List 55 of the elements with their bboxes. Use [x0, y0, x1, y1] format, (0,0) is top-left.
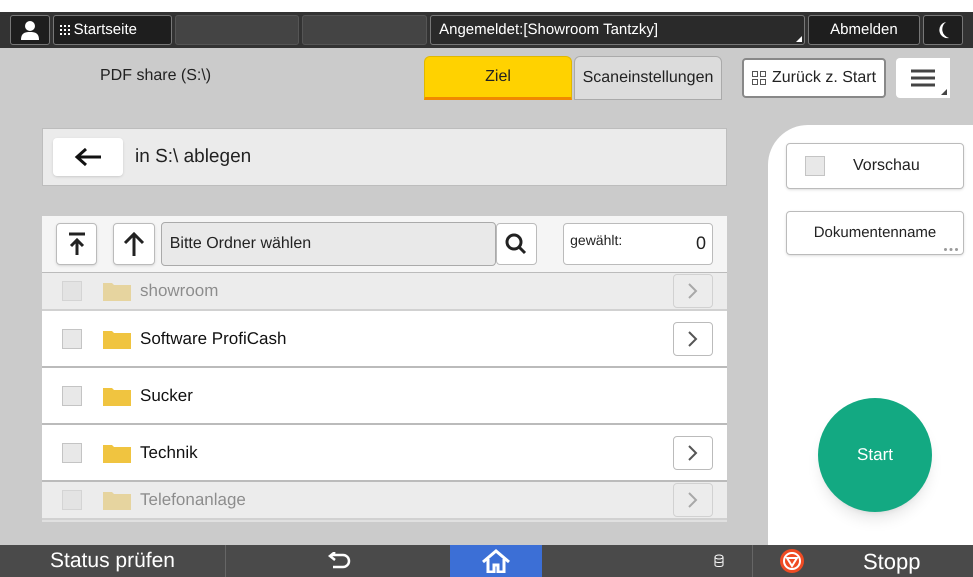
folder-search-field[interactable]: Bitte Ordner wählen — [160, 222, 496, 266]
menu-icon — [911, 69, 936, 87]
status-check-button[interactable]: Status prüfen — [0, 545, 226, 577]
folder-checkbox[interactable] — [62, 442, 82, 462]
folder-icon — [102, 280, 132, 302]
user-icon — [20, 20, 39, 40]
folder-name: showroom — [140, 280, 218, 302]
chevron-right-icon — [688, 283, 698, 299]
up-arrow-icon — [123, 231, 146, 257]
left-arrow-icon — [74, 147, 102, 167]
grid-icon — [60, 25, 70, 35]
grid-icon — [752, 71, 766, 85]
login-status: Angemeldet:[Showroom Tantzky] — [430, 15, 804, 45]
folder-row[interactable]: Technik — [42, 425, 727, 482]
folder-name: Software ProfiCash — [140, 328, 286, 350]
tab[interactable]: Scaneinstellungen — [574, 56, 722, 100]
night-mode-button[interactable] — [923, 15, 963, 45]
home-button[interactable]: Startseite — [52, 15, 172, 45]
folder-icon — [102, 489, 132, 511]
selected-label: gewählt: — [570, 231, 622, 250]
back-button[interactable] — [53, 138, 123, 176]
logout-button[interactable]: Abmelden — [808, 15, 920, 45]
tab[interactable]: Ziel — [424, 56, 572, 100]
chevron-right-icon — [688, 444, 698, 460]
folder-checkbox[interactable] — [62, 386, 82, 406]
stop-icon — [779, 548, 805, 574]
folder-row[interactable]: Software ProfiCash — [42, 311, 727, 368]
preview-checkbox[interactable] — [805, 156, 825, 176]
folder-row[interactable]: Sucker — [42, 368, 727, 425]
folder-checkbox[interactable] — [62, 328, 82, 348]
search-button[interactable] — [496, 223, 538, 265]
folder-name: Technik — [140, 442, 198, 464]
folder-name: Sucker — [140, 384, 193, 407]
menu-button[interactable] — [896, 58, 950, 98]
arrow-to-top-icon — [66, 232, 87, 256]
chevron-right-icon — [688, 330, 698, 346]
storage-icon — [714, 554, 724, 568]
folder-name: Telefonanlage — [140, 489, 246, 512]
document-name-button[interactable]: Dokumentenname — [786, 211, 964, 255]
stop-label[interactable]: Stopp — [863, 544, 920, 577]
preview-button[interactable]: Vorschau — [786, 143, 964, 189]
open-folder-button[interactable] — [673, 322, 713, 356]
job-title: PDF share (S:\) — [99, 66, 212, 86]
back-to-start-button[interactable]: Zurück z. Start — [742, 58, 886, 98]
selected-count: 0 — [696, 232, 706, 255]
up-button[interactable] — [113, 223, 155, 265]
destination-label: in S:\ ablegen — [135, 144, 252, 169]
top-level-button[interactable] — [56, 223, 98, 265]
user-button[interactable] — [10, 15, 50, 45]
open-folder-button[interactable] — [673, 436, 713, 470]
chevron-right-icon — [688, 492, 698, 508]
search-icon — [505, 233, 528, 255]
home-button[interactable] — [450, 545, 542, 577]
house-icon — [481, 549, 511, 573]
more-icon — [944, 248, 958, 251]
